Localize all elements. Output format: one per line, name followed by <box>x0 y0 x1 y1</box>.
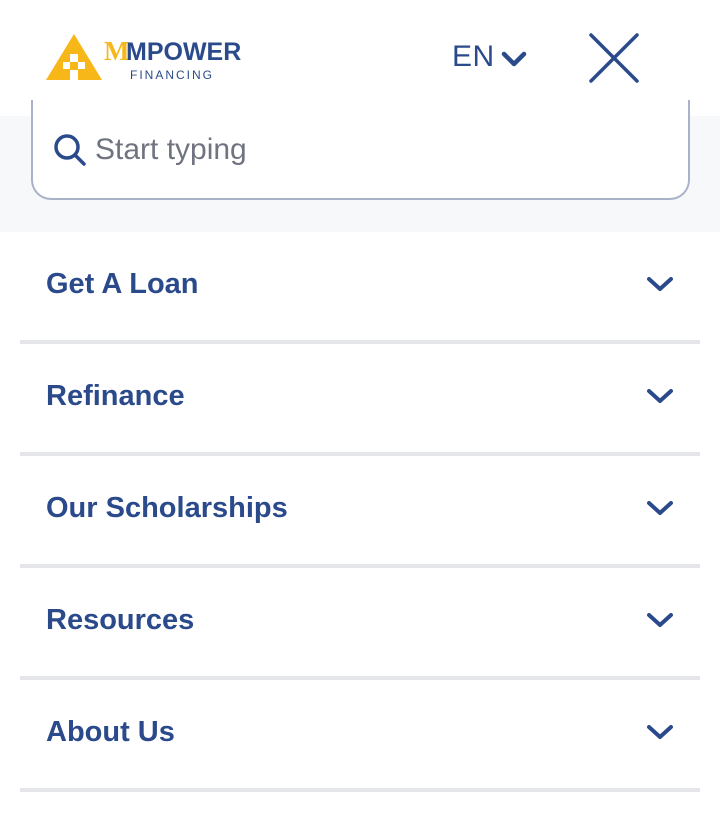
nav-menu: Get A Loan Refinance Our Scholarships Re… <box>20 232 700 792</box>
menu-item-label: Resources <box>46 604 195 636</box>
close-menu-button[interactable] <box>588 32 640 84</box>
brand-logo[interactable]: M MPOWER FINANCING <box>46 32 246 84</box>
chevron-down-icon <box>647 613 673 627</box>
menu-item-label: Our Scholarships <box>46 492 288 524</box>
chevron-down-icon <box>647 501 673 515</box>
search-box[interactable] <box>31 100 690 200</box>
search-input[interactable] <box>95 128 655 172</box>
chevron-down-icon <box>647 277 673 291</box>
menu-item-label: About Us <box>46 716 175 748</box>
chevron-down-icon <box>501 51 526 67</box>
brand-tagline: FINANCING <box>130 68 214 82</box>
menu-item-label: Refinance <box>46 380 185 412</box>
menu-item-resources[interactable]: Resources <box>20 568 700 680</box>
menu-item-refinance[interactable]: Refinance <box>20 344 700 456</box>
menu-item-get-a-loan[interactable]: Get A Loan <box>20 232 700 344</box>
language-label: EN <box>452 40 495 73</box>
menu-item-label: Get A Loan <box>46 268 199 300</box>
chevron-down-icon <box>647 725 673 739</box>
menu-item-about-us[interactable]: About Us <box>20 680 700 792</box>
header: M MPOWER FINANCING EN <box>0 0 720 116</box>
brand-name: MPOWER <box>126 38 241 66</box>
menu-item-our-scholarships[interactable]: Our Scholarships <box>20 456 700 568</box>
language-selector[interactable]: EN <box>452 36 527 78</box>
search-icon <box>54 134 86 166</box>
close-icon <box>589 33 639 83</box>
mpower-logo-icon: M MPOWER FINANCING <box>46 34 241 82</box>
chevron-down-icon <box>647 389 673 403</box>
